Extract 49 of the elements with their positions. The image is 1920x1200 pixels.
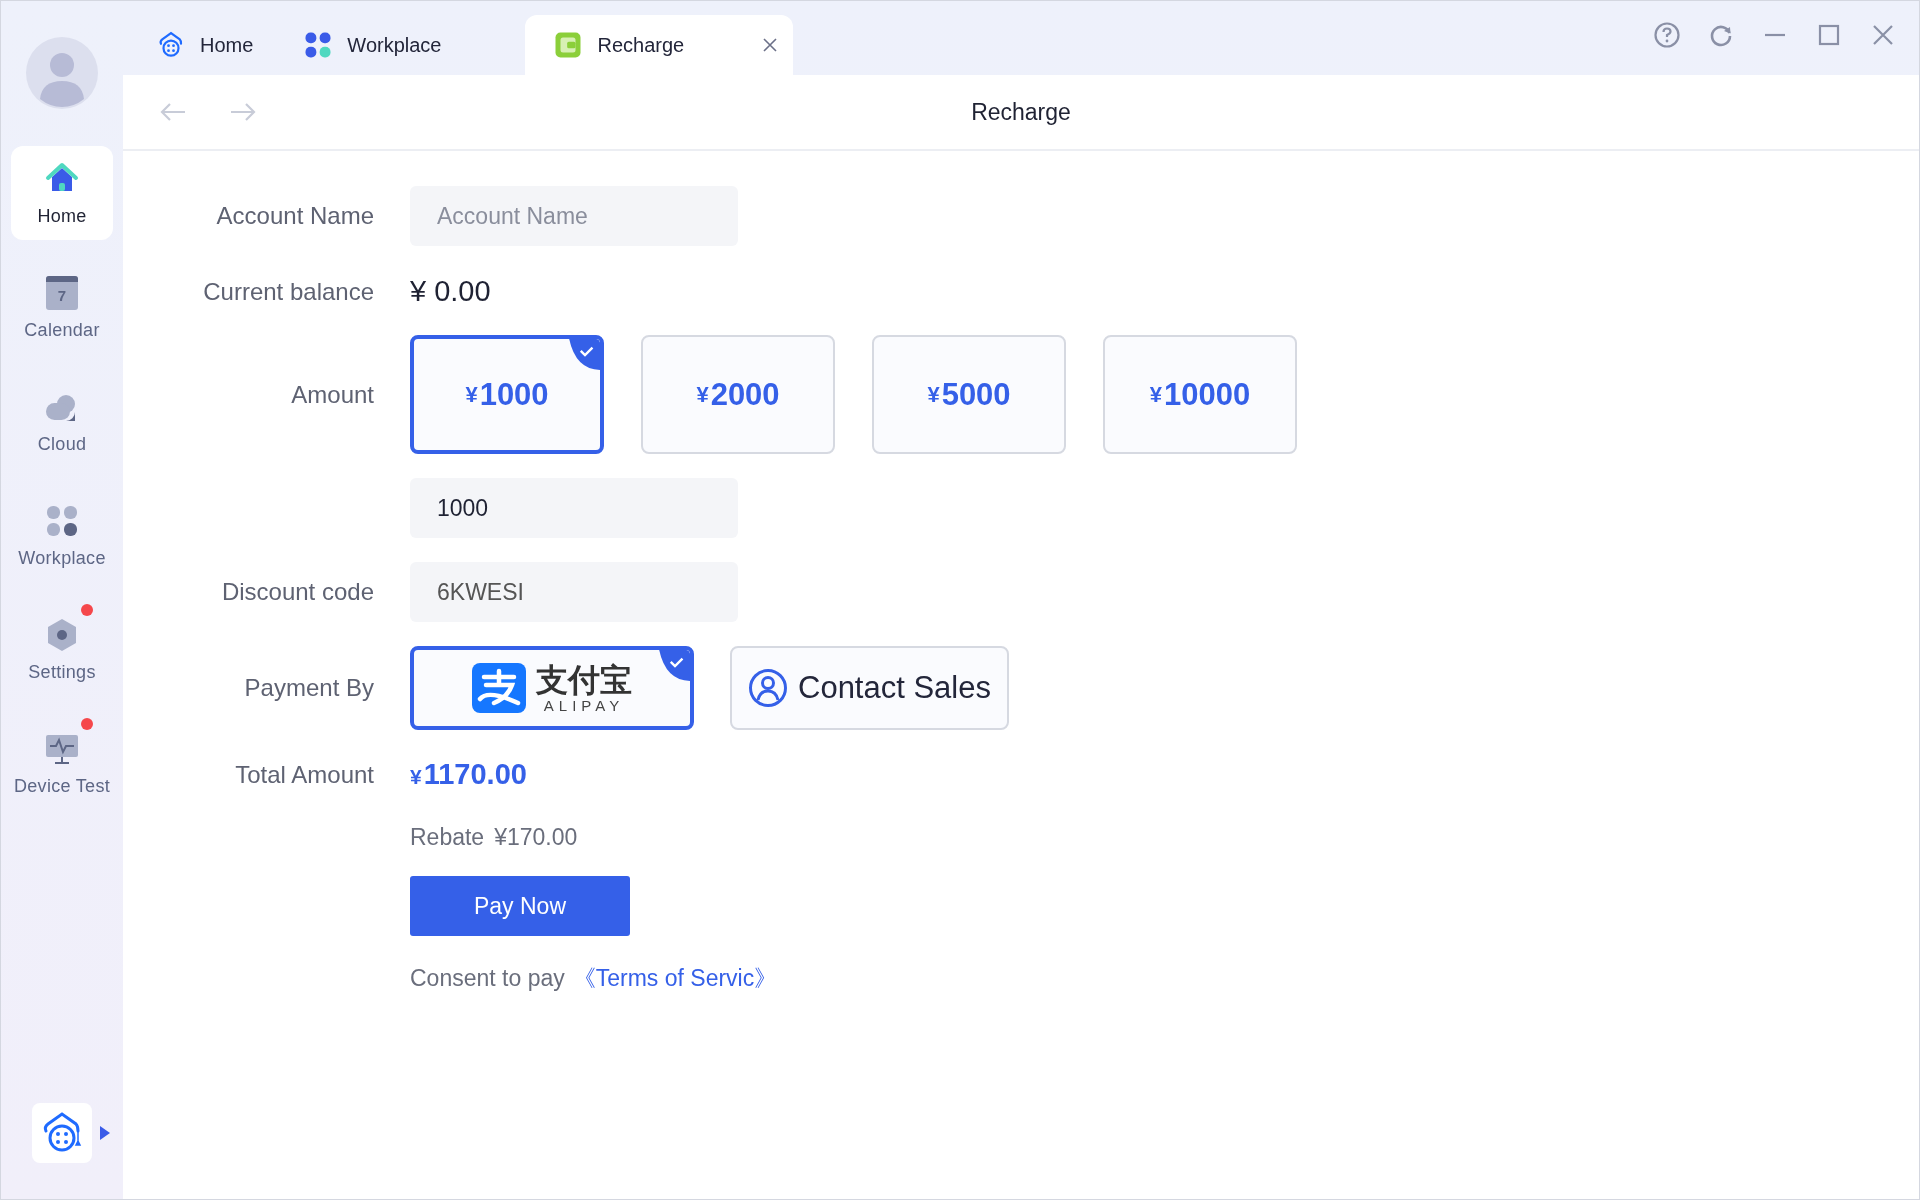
rebate-value: ¥170.00 — [494, 824, 578, 851]
discount-code-field[interactable]: 6KWESI — [410, 562, 738, 622]
amount-option[interactable]: ¥10000 — [1103, 335, 1297, 454]
person-icon — [748, 668, 788, 708]
sidebar-item[interactable]: Device Test — [11, 716, 113, 810]
field-label: Account Name — [215, 202, 375, 230]
field-label: Current balance — [202, 277, 375, 306]
field-label: Total Amount — [234, 760, 375, 789]
payment-option[interactable]: Contact Sales — [730, 646, 1009, 730]
tab[interactable]: Workplace — [284, 15, 457, 75]
sidebar-item[interactable]: Workplace — [11, 488, 113, 582]
amount-option[interactable]: ¥1000 — [410, 335, 604, 454]
rebate-label: Rebate — [410, 824, 485, 851]
account-name-field[interactable]: Account Name — [410, 186, 738, 246]
terms-link[interactable]: 《Terms of Servic》 — [572, 963, 778, 994]
forward-arrow-icon[interactable] — [229, 102, 257, 122]
field-label: Amount — [290, 380, 375, 409]
amount-field[interactable]: 1000 — [410, 478, 738, 538]
wallet-icon — [553, 30, 584, 60]
alipay-wordmark: ALIPAY — [543, 697, 625, 713]
amount-option[interactable]: ¥2000 — [641, 335, 835, 454]
alipay-logo-icon — [472, 663, 526, 713]
avatar-icon[interactable] — [26, 37, 98, 109]
alipay-wordmark: 支付宝 — [536, 663, 632, 696]
total-amount: ¥1170.00 — [410, 758, 527, 791]
payment-option-label: Contact Sales — [798, 670, 991, 706]
check-corner-icon — [659, 650, 690, 681]
check-corner-icon — [569, 339, 600, 370]
balance-value: ¥ 0.00 — [410, 275, 491, 308]
help-icon[interactable] — [1653, 21, 1681, 49]
field-label: Payment By — [243, 674, 375, 702]
close-tab-icon[interactable] — [762, 37, 779, 53]
sidebar-item[interactable]: Cloud — [11, 374, 113, 468]
consent-text: Consent to pay — [410, 965, 565, 992]
calendar-icon: 7 — [46, 275, 78, 310]
sidebar-item[interactable]: 7 Calendar — [11, 260, 113, 354]
app-logo[interactable] — [32, 1103, 92, 1163]
sidebar-item[interactable]: Home — [11, 146, 113, 240]
expand-arrow-icon[interactable] — [100, 1126, 110, 1140]
field-label: Discount code — [220, 578, 375, 606]
pay-now-button[interactable]: Pay Now — [410, 876, 630, 936]
page-title: Recharge — [971, 98, 1071, 126]
sidebar-item[interactable]: Settings — [11, 602, 113, 696]
grid-icon — [303, 30, 334, 60]
payment-option[interactable]: 支付宝 ALIPAY — [410, 646, 694, 730]
back-arrow-icon[interactable] — [159, 102, 187, 122]
tab[interactable]: Recharge — [525, 15, 794, 75]
tab[interactable]: Home — [137, 15, 269, 75]
amount-option[interactable]: ¥5000 — [872, 335, 1066, 454]
